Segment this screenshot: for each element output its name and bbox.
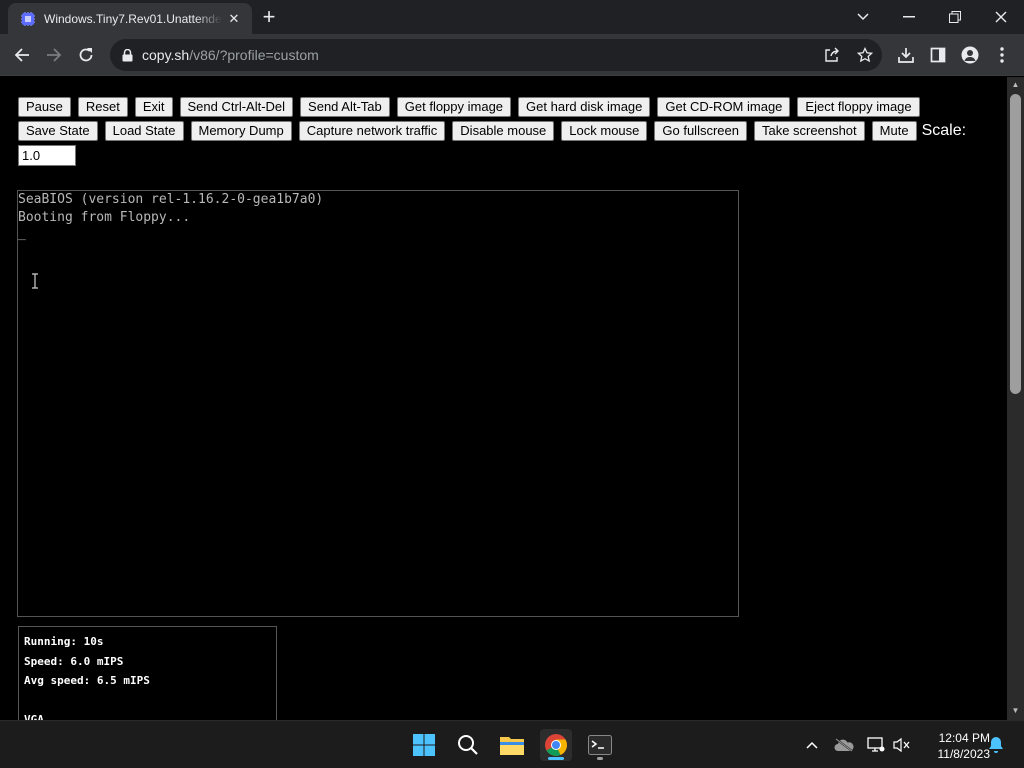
- share-icon[interactable]: [822, 45, 842, 65]
- scroll-down-icon[interactable]: ▼: [1007, 704, 1024, 718]
- new-tab-icon[interactable]: +: [259, 6, 279, 28]
- go-fullscreen-button[interactable]: Go fullscreen: [654, 121, 747, 141]
- file-explorer-icon[interactable]: [496, 729, 528, 761]
- browser-tab[interactable]: Windows.Tiny7.Rev01.Unattended ✕: [8, 3, 252, 34]
- take-screenshot-button[interactable]: Take screenshot: [753, 121, 865, 141]
- send-alt-tab-button[interactable]: Send Alt-Tab: [300, 97, 390, 117]
- tab-close-icon[interactable]: ✕: [226, 11, 242, 27]
- send-ctrl-alt-del-button[interactable]: Send Ctrl-Alt-Del: [179, 97, 294, 117]
- controls-row-2: Save State Load State Memory Dump Captur…: [18, 121, 966, 141]
- clock-date: 11/8/2023: [937, 747, 991, 761]
- url-text[interactable]: copy.sh/v86/?profile=custom: [142, 47, 319, 63]
- clock-time: 12:04 PM: [938, 731, 990, 745]
- reset-button[interactable]: Reset: [77, 97, 128, 117]
- notification-bell-icon[interactable]: [986, 735, 1006, 755]
- forward-icon[interactable]: [41, 43, 67, 67]
- screen-text: SeaBIOS (version rel-1.16.2-0-gea1b7a0) …: [18, 191, 323, 241]
- taskbar: 12:04 PM 11/8/2023: [0, 720, 1024, 768]
- side-panel-icon[interactable]: [925, 43, 951, 67]
- onedrive-offline-icon[interactable]: [834, 735, 854, 755]
- ibeam-cursor-icon: [32, 273, 38, 289]
- lock-icon[interactable]: [122, 48, 136, 62]
- terminal-icon[interactable]: [584, 729, 616, 761]
- eject-floppy-image-button[interactable]: Eject floppy image: [797, 97, 920, 117]
- exit-button[interactable]: Exit: [134, 97, 173, 117]
- tab-search-chevron-icon[interactable]: [840, 0, 886, 34]
- vga-label: VGA: [24, 713, 44, 720]
- speed: Speed: 6.0 mIPS: [24, 654, 124, 668]
- close-window-icon[interactable]: [978, 0, 1024, 34]
- controls-row-1: Pause Reset Exit Send Ctrl-Alt-Del Send …: [18, 97, 927, 117]
- get-floppy-image-button[interactable]: Get floppy image: [396, 97, 512, 117]
- menu-kebab-icon[interactable]: [989, 43, 1015, 67]
- system-clock[interactable]: 12:04 PM 11/8/2023: [916, 730, 991, 762]
- active-indicator: [548, 757, 564, 760]
- mute-button[interactable]: Mute: [871, 121, 917, 141]
- profile-avatar-icon[interactable]: [957, 43, 983, 67]
- browser-toolbar: copy.sh/v86/?profile=custom: [0, 34, 1024, 76]
- memory-dump-button[interactable]: Memory Dump: [190, 121, 292, 141]
- show-hidden-icons-chevron-icon[interactable]: [802, 735, 822, 755]
- screen-line: SeaBIOS (version rel-1.16.2-0-gea1b7a0): [18, 192, 324, 207]
- running-indicator: [597, 757, 603, 760]
- get-cdrom-image-button[interactable]: Get CD-ROM image: [657, 97, 791, 117]
- disable-mouse-button[interactable]: Disable mouse: [452, 121, 555, 141]
- scroll-thumb[interactable]: [1010, 94, 1021, 394]
- avg-speed: Avg speed: 6.5 mIPS: [24, 674, 150, 687]
- tab-title: Windows.Tiny7.Rev01.Unattended: [44, 11, 222, 26]
- volume-muted-icon[interactable]: [892, 735, 912, 755]
- screen-line: Booting from Floppy...: [18, 210, 191, 225]
- scale-input[interactable]: [18, 145, 76, 166]
- scroll-up-icon[interactable]: ▲: [1007, 78, 1024, 92]
- address-bar[interactable]: copy.sh/v86/?profile=custom: [110, 39, 882, 71]
- bookmark-star-icon[interactable]: [855, 45, 875, 65]
- start-windows-icon[interactable]: [408, 729, 440, 761]
- tab-strip: Windows.Tiny7.Rev01.Unattended ✕ +: [0, 0, 1024, 34]
- minimize-icon[interactable]: [886, 0, 932, 34]
- v86-favicon-icon: [20, 11, 36, 27]
- page-scrollbar[interactable]: ▲ ▼: [1007, 77, 1024, 720]
- running-time: Running: 10s: [24, 635, 104, 648]
- save-state-button[interactable]: Save State: [18, 121, 98, 141]
- download-icon[interactable]: [893, 43, 919, 67]
- get-hard-disk-image-button[interactable]: Get hard disk image: [518, 97, 651, 117]
- text-cursor: _: [18, 226, 26, 241]
- runtime-info-panel: Running: 10s Speed: 6.0 mIPS Avg speed: …: [18, 626, 277, 720]
- pause-button[interactable]: Pause: [18, 97, 71, 117]
- lock-mouse-button[interactable]: Lock mouse: [561, 121, 648, 141]
- network-icon[interactable]: [866, 735, 886, 755]
- search-icon[interactable]: [452, 729, 484, 761]
- reload-icon[interactable]: [73, 43, 99, 67]
- emulator-screen[interactable]: SeaBIOS (version rel-1.16.2-0-gea1b7a0) …: [17, 190, 739, 617]
- screen-root: Windows.Tiny7.Rev01.Unattended ✕ + copy.…: [0, 0, 1024, 768]
- scale-label: Scale:: [921, 122, 967, 139]
- page-content: Pause Reset Exit Send Ctrl-Alt-Del Send …: [0, 77, 1007, 720]
- load-state-button[interactable]: Load State: [104, 121, 184, 141]
- capture-network-traffic-button[interactable]: Capture network traffic: [298, 121, 446, 141]
- chrome-taskbar-icon[interactable]: [540, 729, 572, 761]
- back-icon[interactable]: [9, 43, 35, 67]
- restore-icon[interactable]: [932, 0, 978, 34]
